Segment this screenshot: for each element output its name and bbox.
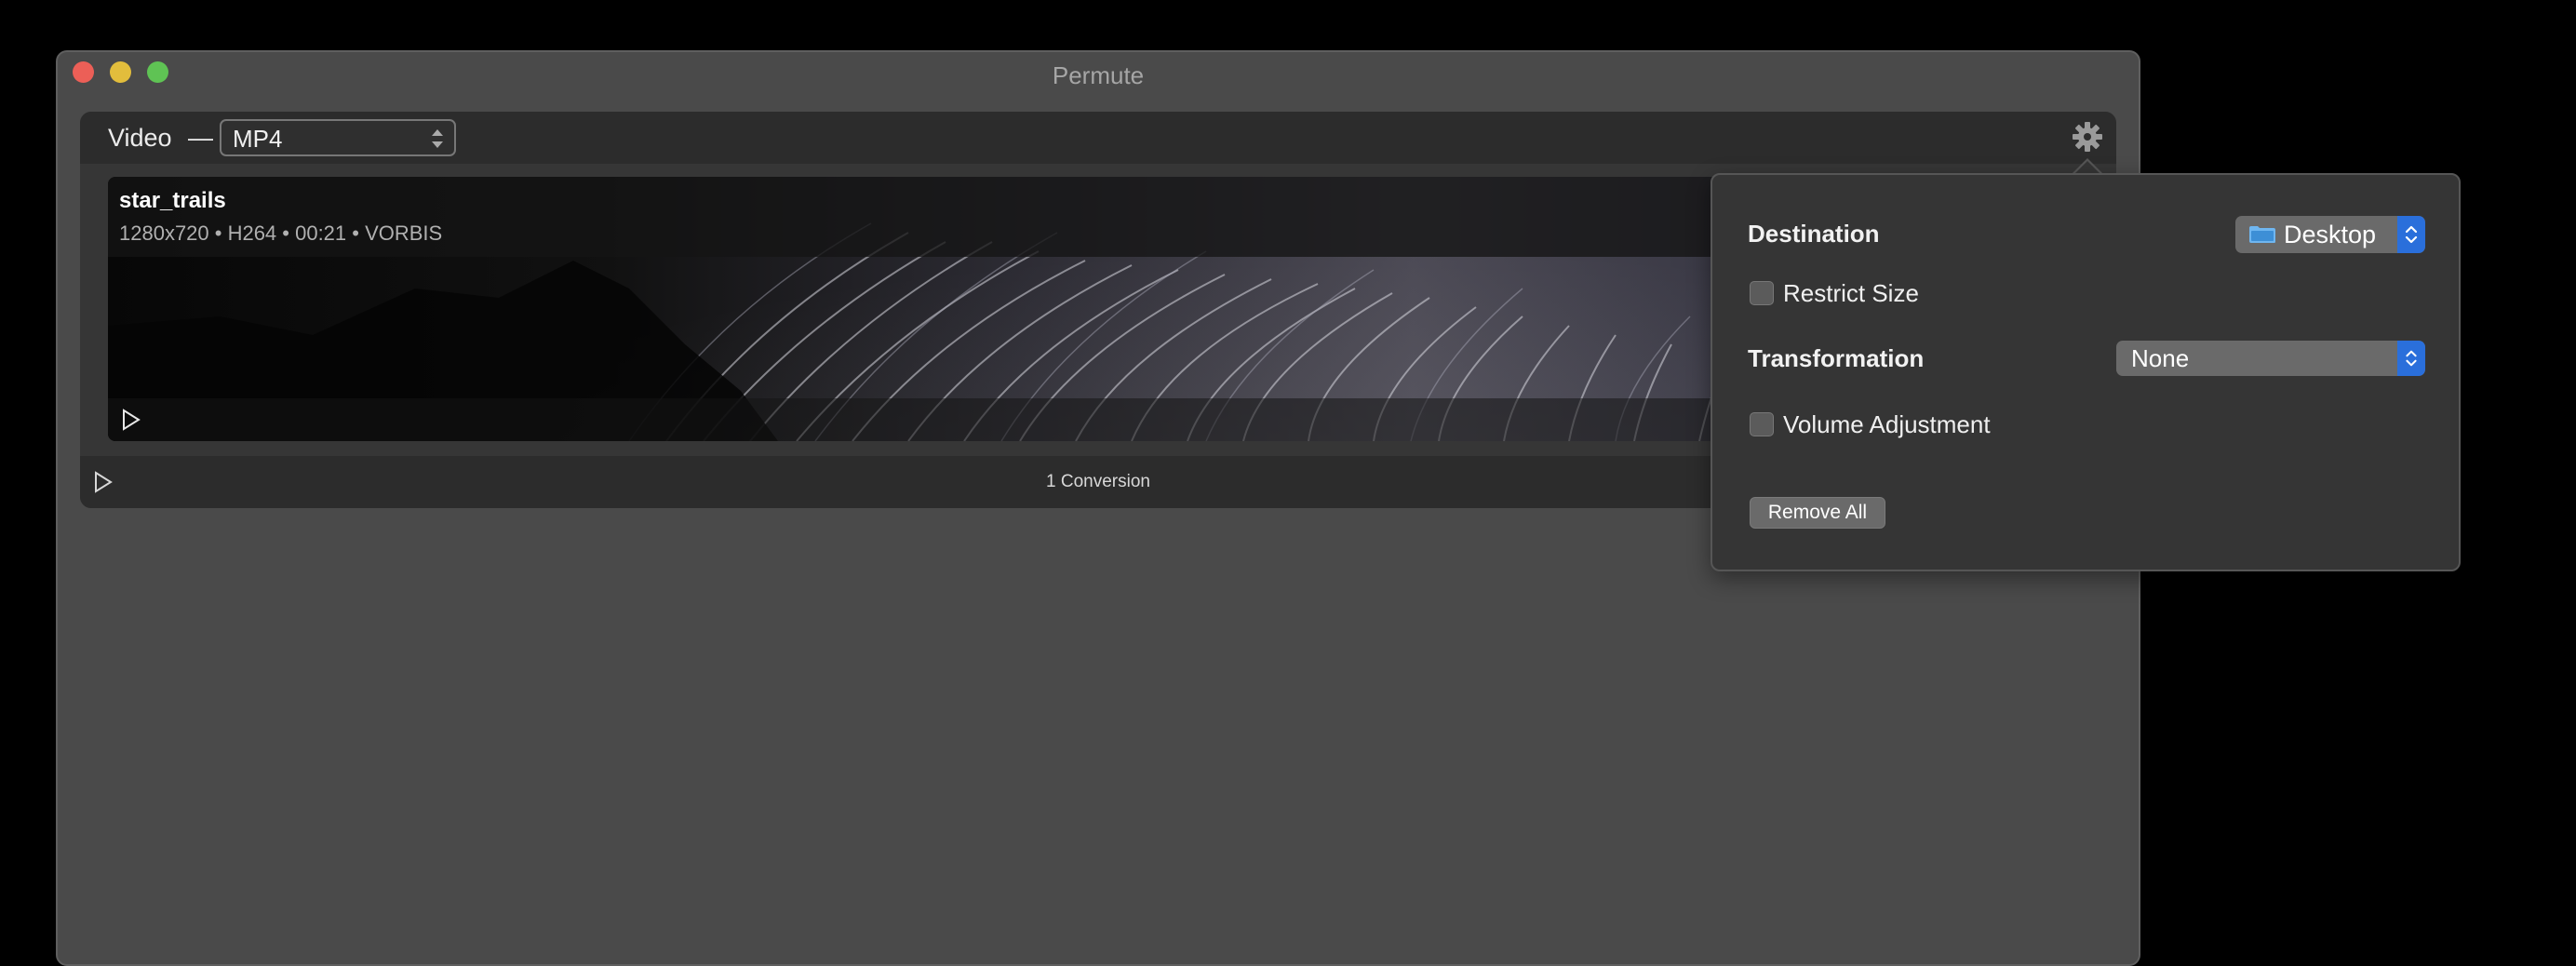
- destination-select[interactable]: Desktop: [2235, 216, 2425, 253]
- chevron-updown-icon: [2406, 350, 2417, 367]
- transformation-label: Transformation: [1748, 344, 1925, 372]
- format-value: MP4: [233, 125, 283, 153]
- transformation-value: None: [2131, 344, 2190, 372]
- separator: —: [188, 124, 213, 152]
- select-arrows-icon: [432, 129, 443, 148]
- title-bar[interactable]: Permute: [58, 52, 2139, 99]
- destination-value: Desktop: [2284, 221, 2377, 248]
- chevron-updown-icon: [2405, 225, 2418, 244]
- panel-header: Video — MP4: [80, 112, 2116, 164]
- minimize-window-button[interactable]: [110, 61, 131, 83]
- window-controls: [73, 61, 168, 83]
- restrict-size-row[interactable]: Restrict Size: [1750, 279, 1919, 307]
- destination-stepper[interactable]: [2397, 216, 2425, 253]
- settings-popover: Destination Desktop Restrict Size Transf…: [1711, 173, 2461, 571]
- transformation-select[interactable]: None: [2116, 341, 2425, 376]
- format-select[interactable]: MP4: [220, 119, 456, 156]
- window-title: Permute: [1052, 60, 1145, 89]
- volume-adjustment-row[interactable]: Volume Adjustment: [1750, 410, 1991, 438]
- restrict-size-label: Restrict Size: [1783, 279, 1919, 307]
- remove-all-button[interactable]: Remove All: [1750, 497, 1885, 529]
- transformation-stepper[interactable]: [2397, 341, 2425, 376]
- destination-label: Destination: [1748, 220, 1880, 248]
- play-icon[interactable]: [121, 408, 141, 432]
- volume-adjustment-label: Volume Adjustment: [1783, 410, 1991, 438]
- restrict-size-checkbox[interactable]: [1750, 281, 1774, 305]
- zoom-window-button[interactable]: [147, 61, 168, 83]
- volume-adjustment-checkbox[interactable]: [1750, 412, 1774, 436]
- file-metadata: 1280x720 • H264 • 00:21 • VORBIS: [119, 221, 443, 245]
- media-type-label: Video: [108, 124, 172, 152]
- file-name: star_trails: [119, 188, 226, 213]
- gear-icon[interactable]: [2072, 121, 2103, 153]
- close-window-button[interactable]: [73, 61, 94, 83]
- folder-icon: [2249, 226, 2275, 243]
